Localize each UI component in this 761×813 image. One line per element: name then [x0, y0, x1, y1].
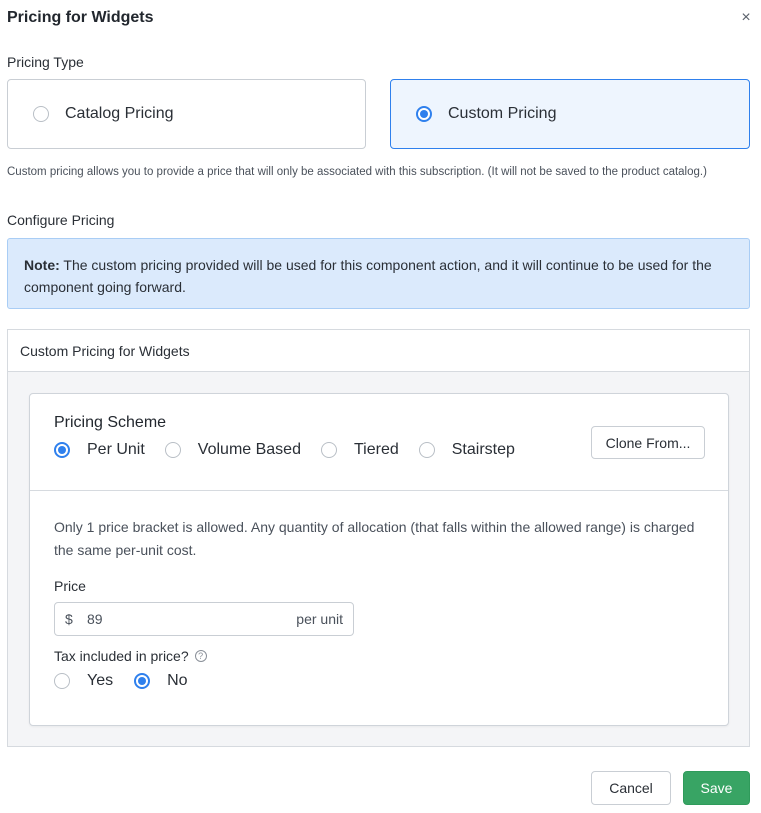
configure-pricing-label: Configure Pricing	[7, 212, 115, 228]
tax-included-options: Yes No	[54, 672, 209, 690]
save-button[interactable]: Save	[683, 771, 750, 805]
dialog-title: Pricing for Widgets	[7, 9, 154, 26]
price-field[interactable]: $ per unit	[54, 602, 354, 636]
tax-yes-option[interactable]: Yes	[54, 672, 113, 690]
scheme-per-unit-label: Per Unit	[87, 441, 145, 458]
scheme-tiered[interactable]: Tiered	[320, 441, 399, 459]
tax-no-radio[interactable]	[134, 673, 151, 689]
close-icon[interactable]: ×	[738, 10, 754, 26]
catalog-pricing-label: Catalog Pricing	[65, 105, 174, 122]
catalog-pricing-radio[interactable]	[33, 106, 49, 122]
custom-pricing-option[interactable]: Custom Pricing	[390, 79, 750, 149]
tax-included-text: Tax included in price?	[54, 648, 189, 664]
tax-yes-label: Yes	[87, 672, 114, 689]
tax-included-label: Tax included in price? ?	[54, 648, 207, 664]
price-label: Price	[54, 578, 86, 594]
pricing-scheme-options: Per Unit Volume Based Tiered Stairstep	[54, 441, 535, 459]
scheme-per-unit-radio[interactable]	[54, 442, 70, 458]
tax-no-label: No	[167, 672, 188, 689]
custom-pricing-label: Custom Pricing	[448, 105, 557, 122]
pricing-scheme-title: Pricing Scheme	[54, 414, 167, 431]
custom-pricing-radio[interactable]	[416, 106, 432, 122]
custom-pricing-panel: Custom Pricing for Widgets Pricing Schem…	[7, 329, 750, 747]
clone-from-button[interactable]: Clone From...	[591, 426, 705, 459]
scheme-stairstep-label: Stairstep	[451, 441, 515, 458]
pricing-scheme-header: Pricing Scheme Per Unit Volume Based Tie…	[30, 394, 728, 491]
scheme-description: Only 1 price bracket is allowed. Any qua…	[54, 519, 695, 558]
scheme-tiered-label: Tiered	[353, 441, 399, 458]
price-input[interactable]	[87, 611, 297, 627]
panel-title: Custom Pricing for Widgets	[8, 330, 749, 372]
pricing-type-label: Pricing Type	[7, 54, 84, 70]
price-unit: per unit	[296, 611, 343, 627]
scheme-stairstep-radio[interactable]	[418, 442, 435, 458]
note-prefix: Note:	[24, 257, 60, 273]
note-banner: Note: The custom pricing provided will b…	[7, 238, 750, 309]
scheme-tiered-radio[interactable]	[320, 442, 337, 458]
note-text: The custom pricing provided will be used…	[24, 257, 712, 295]
custom-pricing-help-text: Custom pricing allows you to provide a p…	[7, 166, 707, 178]
tax-no-option[interactable]: No	[134, 672, 188, 690]
scheme-per-unit[interactable]: Per Unit	[54, 441, 145, 459]
tax-yes-radio[interactable]	[54, 673, 70, 689]
scheme-volume-based-radio[interactable]	[164, 442, 181, 458]
currency-symbol: $	[65, 611, 73, 627]
scheme-volume-based-label: Volume Based	[197, 441, 301, 458]
scheme-volume-based[interactable]: Volume Based	[164, 441, 301, 459]
scheme-stairstep[interactable]: Stairstep	[418, 441, 515, 459]
question-circle-icon[interactable]: ?	[194, 650, 207, 662]
cancel-button[interactable]: Cancel	[591, 771, 671, 805]
pricing-scheme-card: Pricing Scheme Per Unit Volume Based Tie…	[29, 393, 729, 726]
catalog-pricing-option[interactable]: Catalog Pricing	[7, 79, 366, 149]
